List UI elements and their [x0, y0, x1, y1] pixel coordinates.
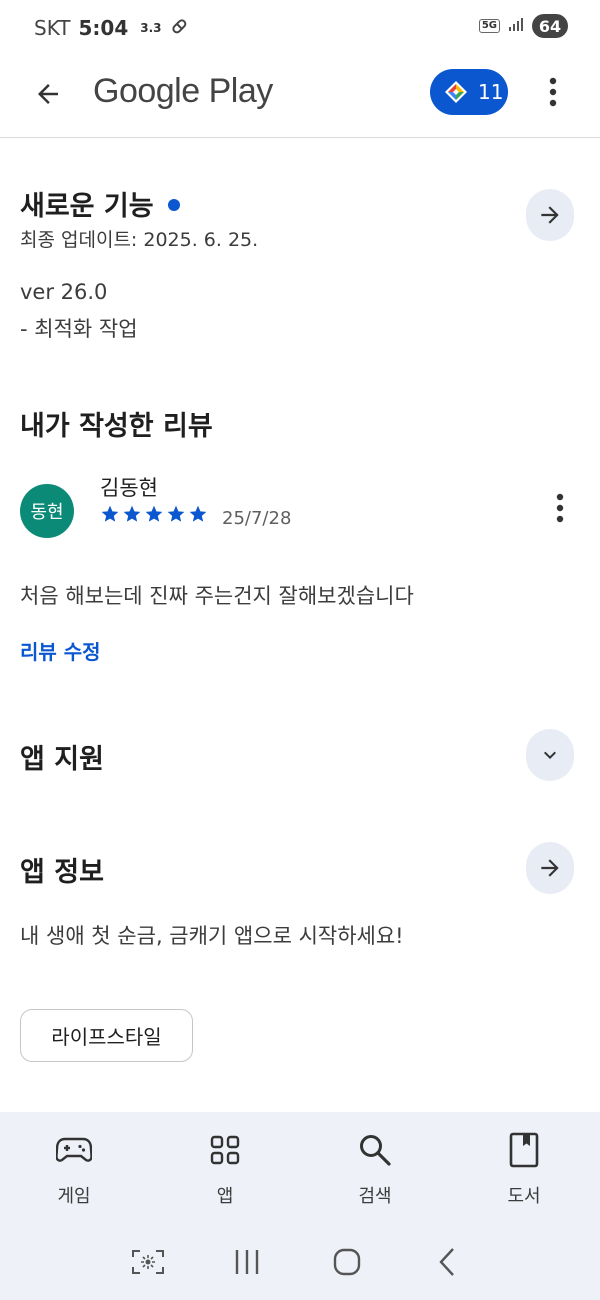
arrow-forward-icon: [541, 206, 559, 224]
carrier-label: SKT: [34, 16, 71, 40]
nav-label: 앱: [216, 1186, 234, 1207]
system-navigation-bar: [0, 1240, 600, 1284]
review-more-button[interactable]: [548, 490, 572, 526]
nav-item-games[interactable]: 게임: [24, 1130, 124, 1208]
reviewer-name: 김동현: [100, 476, 158, 500]
app-support-expand-button[interactable]: [526, 729, 574, 781]
arrow-forward-icon: [541, 859, 559, 877]
version-text: ver 26.0: [20, 280, 108, 304]
nav-label: 게임: [57, 1186, 91, 1207]
recent-apps-button[interactable]: [225, 1240, 269, 1284]
app-support-title: 앱 지원: [20, 744, 104, 775]
app-bar: Google Play 11: [0, 56, 600, 138]
whats-new-title: 새로운 기능: [20, 184, 180, 223]
battery-indicator: 64: [532, 14, 568, 38]
network-speed: 3.3: [140, 21, 162, 35]
pill-icon: [170, 16, 188, 40]
nav-item-books[interactable]: 도서: [474, 1130, 574, 1208]
more-vert-icon: [556, 493, 564, 523]
5g-indicator: 5G: [478, 19, 500, 33]
home-button[interactable]: [325, 1240, 369, 1284]
nav-label: 도서: [507, 1186, 541, 1207]
back-button[interactable]: [28, 74, 68, 114]
page-title: Google Play: [93, 72, 273, 110]
more-options-button[interactable]: [536, 72, 570, 112]
nav-item-search[interactable]: 검색: [325, 1130, 425, 1208]
star-icon: [101, 505, 119, 522]
book-icon: [504, 1130, 544, 1170]
app-info-title: 앱 정보: [20, 857, 104, 888]
bottom-navigation: 게임 앱 검색 도서: [0, 1112, 600, 1300]
last-updated: 최종 업데이트: 2025. 6. 25.: [20, 229, 259, 251]
screen-capture-icon: [132, 1250, 164, 1274]
arrow-back-icon: [38, 84, 58, 104]
chevron-down-icon: [544, 751, 556, 759]
star-icon: [189, 505, 207, 522]
more-vert-icon: [549, 77, 557, 107]
search-icon: [355, 1130, 395, 1170]
nav-item-apps[interactable]: 앱: [175, 1130, 275, 1208]
review-date: 25/7/28: [222, 508, 292, 529]
home-icon: [333, 1248, 361, 1276]
status-bar: SKT 5:04 3.3 5G 64: [0, 0, 600, 56]
gamepad-icon: [54, 1130, 94, 1170]
nav-label: 검색: [358, 1186, 392, 1207]
clock: 5:04: [78, 16, 129, 40]
recent-apps-icon: [235, 1250, 259, 1274]
new-indicator-dot: [167, 198, 180, 211]
whats-new-arrow-button[interactable]: [526, 189, 574, 241]
points-count: 11: [478, 80, 504, 104]
star-rating: [100, 504, 208, 524]
status-left: SKT 5:04 3.3: [34, 16, 188, 40]
review-text: 처음 해보는데 진짜 주는건지 잘해보겠습니다: [20, 584, 414, 608]
star-icon: [123, 505, 141, 522]
app-description: 내 생애 첫 순금, 금캐기 앱으로 시작하세요!: [20, 924, 404, 948]
chevron-left-icon: [439, 1248, 454, 1276]
release-note: - 최적화 작업: [20, 317, 138, 341]
category-chip[interactable]: 라이프스타일: [20, 1009, 193, 1062]
play-points-icon: [445, 81, 467, 103]
system-back-button[interactable]: [425, 1240, 469, 1284]
avatar: 동현: [20, 484, 74, 538]
star-icon: [167, 505, 185, 522]
apps-grid-icon: [205, 1130, 245, 1170]
screen-capture-button[interactable]: [126, 1240, 170, 1284]
signal-icon: [508, 16, 524, 36]
my-review-title: 내가 작성한 리뷰: [20, 411, 213, 442]
star-icon: [145, 505, 163, 522]
status-right: 5G 64: [478, 14, 568, 38]
play-points-button[interactable]: 11: [430, 69, 508, 115]
edit-review-link[interactable]: 리뷰 수정: [20, 636, 101, 665]
app-info-arrow-button[interactable]: [526, 842, 574, 894]
